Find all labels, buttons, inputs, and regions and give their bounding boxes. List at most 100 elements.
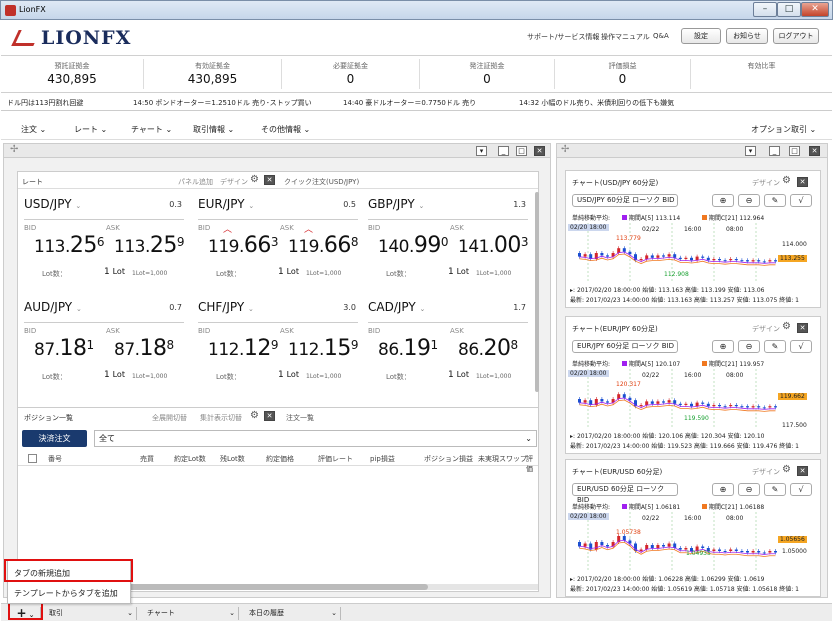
ticker-item[interactable]: ドル円は113円割れ回避 (7, 95, 83, 110)
rate-scrollbar[interactable] (535, 192, 539, 392)
close-icon[interactable]: ✕ (264, 411, 275, 421)
col-remain[interactable]: 残Lot数 (220, 454, 245, 464)
tab-trade[interactable]: 取引 ⌄ (45, 607, 137, 620)
indicator-icon[interactable]: √ (790, 340, 812, 353)
col-rate[interactable]: 評価レート (318, 454, 353, 464)
col-price[interactable]: 約定価格 (266, 454, 294, 464)
ticker-item[interactable]: 14:32 小幅のドル売り、米債利回りの低下も嫌気 (519, 95, 674, 110)
ticker-item[interactable]: 14:40 豪ドルオーター＝0.7750ドル 売り (343, 95, 476, 110)
move-icon[interactable]: ✢ (561, 144, 569, 155)
menu-order[interactable]: 注文 ⌄ (21, 124, 46, 135)
bid-price[interactable]: 113.256 (34, 233, 105, 258)
zoom-out-icon[interactable]: ⊖ (738, 340, 760, 353)
lot-input[interactable]: 1 Lot (278, 370, 299, 380)
news-ticker[interactable]: ドル円は113円割れ回避 14:50 ポンドオーター＝1.2510ドル 売り･ス… (1, 95, 832, 111)
panel-minimize-button[interactable]: _ (769, 146, 780, 156)
pair-label[interactable]: USD/JPY ⌄ (24, 197, 81, 211)
pair-label[interactable]: GBP/JPY ⌄ (368, 197, 424, 211)
menu-other-info[interactable]: その他情報 ⌄ (261, 124, 310, 135)
rate-card-aud-jpy[interactable]: AUD/JPY ⌄ 0.7 BID ASK 87.181 87.188 Lot数… (24, 300, 186, 396)
ask-price[interactable]: 113.259 (114, 233, 185, 258)
panel-maximize-button[interactable]: □ (516, 146, 527, 156)
panel-close-button[interactable]: ✕ (534, 146, 545, 156)
panel-close-button[interactable]: ✕ (809, 146, 820, 156)
manual-link[interactable]: 操作マニュアル (601, 32, 650, 42)
zoom-out-icon[interactable]: ⊖ (738, 483, 760, 496)
col-pnl[interactable]: ポジション損益 (424, 454, 473, 464)
panel-maximize-button[interactable]: □ (789, 146, 800, 156)
ask-price[interactable]: 119.668 (288, 233, 359, 258)
order-list-tab[interactable]: 注文一覧 (286, 413, 314, 423)
close-button[interactable]: ✕ (801, 2, 829, 17)
chart-type-select[interactable]: EUR/USD 60分足 ローソク BID (572, 483, 678, 504)
col-swap[interactable]: 未実現スワップ (478, 454, 527, 464)
gear-icon[interactable]: ⚙ (250, 410, 259, 421)
col-side[interactable]: 売買 (140, 454, 154, 464)
tab-chart[interactable]: チャート ⌄ (141, 607, 239, 620)
panel-minimize-button[interactable]: _ (498, 146, 509, 156)
add-panel-link[interactable]: パネル追加 (178, 177, 213, 187)
bid-price[interactable]: 86.191 (378, 336, 438, 361)
col-number[interactable]: 番号 (48, 454, 62, 464)
indicator-icon[interactable]: √ (790, 194, 812, 207)
template-tab-item[interactable]: テンプレートからタブを追加 (14, 588, 118, 599)
zoom-in-icon[interactable]: ⊕ (712, 194, 734, 207)
ask-price[interactable]: 112.159 (288, 336, 359, 361)
close-icon[interactable]: ✕ (264, 175, 275, 185)
logout-button[interactable]: ログアウト (773, 28, 819, 44)
lot-input[interactable]: 1 Lot (104, 370, 125, 380)
lot-input[interactable]: 1 Lot (448, 370, 469, 380)
lot-input[interactable]: 1 Lot (278, 267, 299, 277)
design-link[interactable]: デザイン (752, 467, 780, 477)
chart-type-select[interactable]: USD/JPY 60分足 ローソク BID (572, 194, 678, 207)
pair-label[interactable]: AUD/JPY ⌄ (24, 300, 82, 314)
pair-label[interactable]: CHF/JPY ⌄ (198, 300, 254, 314)
maximize-button[interactable]: □ (777, 2, 801, 17)
qa-link[interactable]: Q&A (653, 32, 669, 40)
menu-rate[interactable]: レート ⌄ (74, 124, 107, 135)
zoom-out-icon[interactable]: ⊖ (738, 194, 760, 207)
indicator-icon[interactable]: √ (790, 483, 812, 496)
col-lot[interactable]: 約定Lot数 (174, 454, 206, 464)
bid-price[interactable]: 87.181 (34, 336, 94, 361)
close-icon[interactable]: ✕ (797, 466, 808, 476)
design-link[interactable]: デザイン (220, 177, 248, 187)
lot-input[interactable]: 1 Lot (104, 267, 125, 277)
rate-card-gbp-jpy[interactable]: GBP/JPY ⌄ 1.3 BID ASK 140.990 141.003 Lo… (368, 197, 530, 293)
bid-price[interactable]: 119.663 (208, 233, 279, 258)
col-eval[interactable]: 評価 (526, 454, 538, 474)
rate-card-usd-jpy[interactable]: USD/JPY ⌄ 0.3 BID ASK 113.256 113.259 Lo… (24, 197, 186, 293)
design-link[interactable]: デザイン (752, 324, 780, 334)
close-icon[interactable]: ✕ (797, 323, 808, 333)
position-filter-select[interactable]: 全て ⌄ (94, 430, 537, 447)
support-link[interactable]: サポート/サービス情報 (527, 32, 599, 42)
gear-icon[interactable]: ⚙ (250, 174, 259, 185)
ask-price[interactable]: 86.208 (458, 336, 518, 361)
expand-toggle[interactable]: 全展開切替 (152, 413, 187, 423)
chart-type-select[interactable]: EUR/JPY 60分足 ローソク BID (572, 340, 678, 353)
settle-order-button[interactable]: 決済注文 (22, 430, 87, 447)
bid-price[interactable]: 112.129 (208, 336, 279, 361)
move-icon[interactable]: ✢ (10, 144, 18, 155)
draw-pen-icon[interactable]: ✎ (764, 483, 786, 496)
total-toggle[interactable]: 集計表示切替 (200, 413, 242, 423)
menu-option-trade[interactable]: オプション取引 ⌄ (751, 124, 816, 135)
lot-input[interactable]: 1 Lot (448, 267, 469, 277)
menu-chart[interactable]: チャート ⌄ (131, 124, 172, 135)
ask-price[interactable]: 141.003 (458, 233, 529, 258)
zoom-in-icon[interactable]: ⊕ (712, 483, 734, 496)
rate-card-chf-jpy[interactable]: CHF/JPY ⌄ 3.0 BID ASK 112.129 112.159 Lo… (198, 300, 360, 396)
settings-button[interactable]: 設定 (681, 28, 721, 44)
col-pip[interactable]: pip損益 (370, 454, 395, 464)
gear-icon[interactable]: ⚙ (782, 321, 791, 332)
gear-icon[interactable]: ⚙ (782, 464, 791, 475)
select-all-checkbox[interactable] (28, 454, 37, 463)
panel-menu-button[interactable]: ▾ (745, 146, 756, 156)
draw-pen-icon[interactable]: ✎ (764, 194, 786, 207)
ticker-item[interactable]: 14:50 ポンドオーター＝1.2510ドル 売り･ストップ買い (133, 95, 312, 110)
zoom-in-icon[interactable]: ⊕ (712, 340, 734, 353)
ask-price[interactable]: 87.188 (114, 336, 174, 361)
rate-card-eur-jpy[interactable]: EUR/JPY ⌄ 0.5 BID ASK ︿ ︿ 119.663 119.668… (198, 197, 360, 293)
close-icon[interactable]: ✕ (797, 177, 808, 187)
quick-order-tab[interactable]: クイック注文(USD/JPY) (284, 177, 359, 187)
